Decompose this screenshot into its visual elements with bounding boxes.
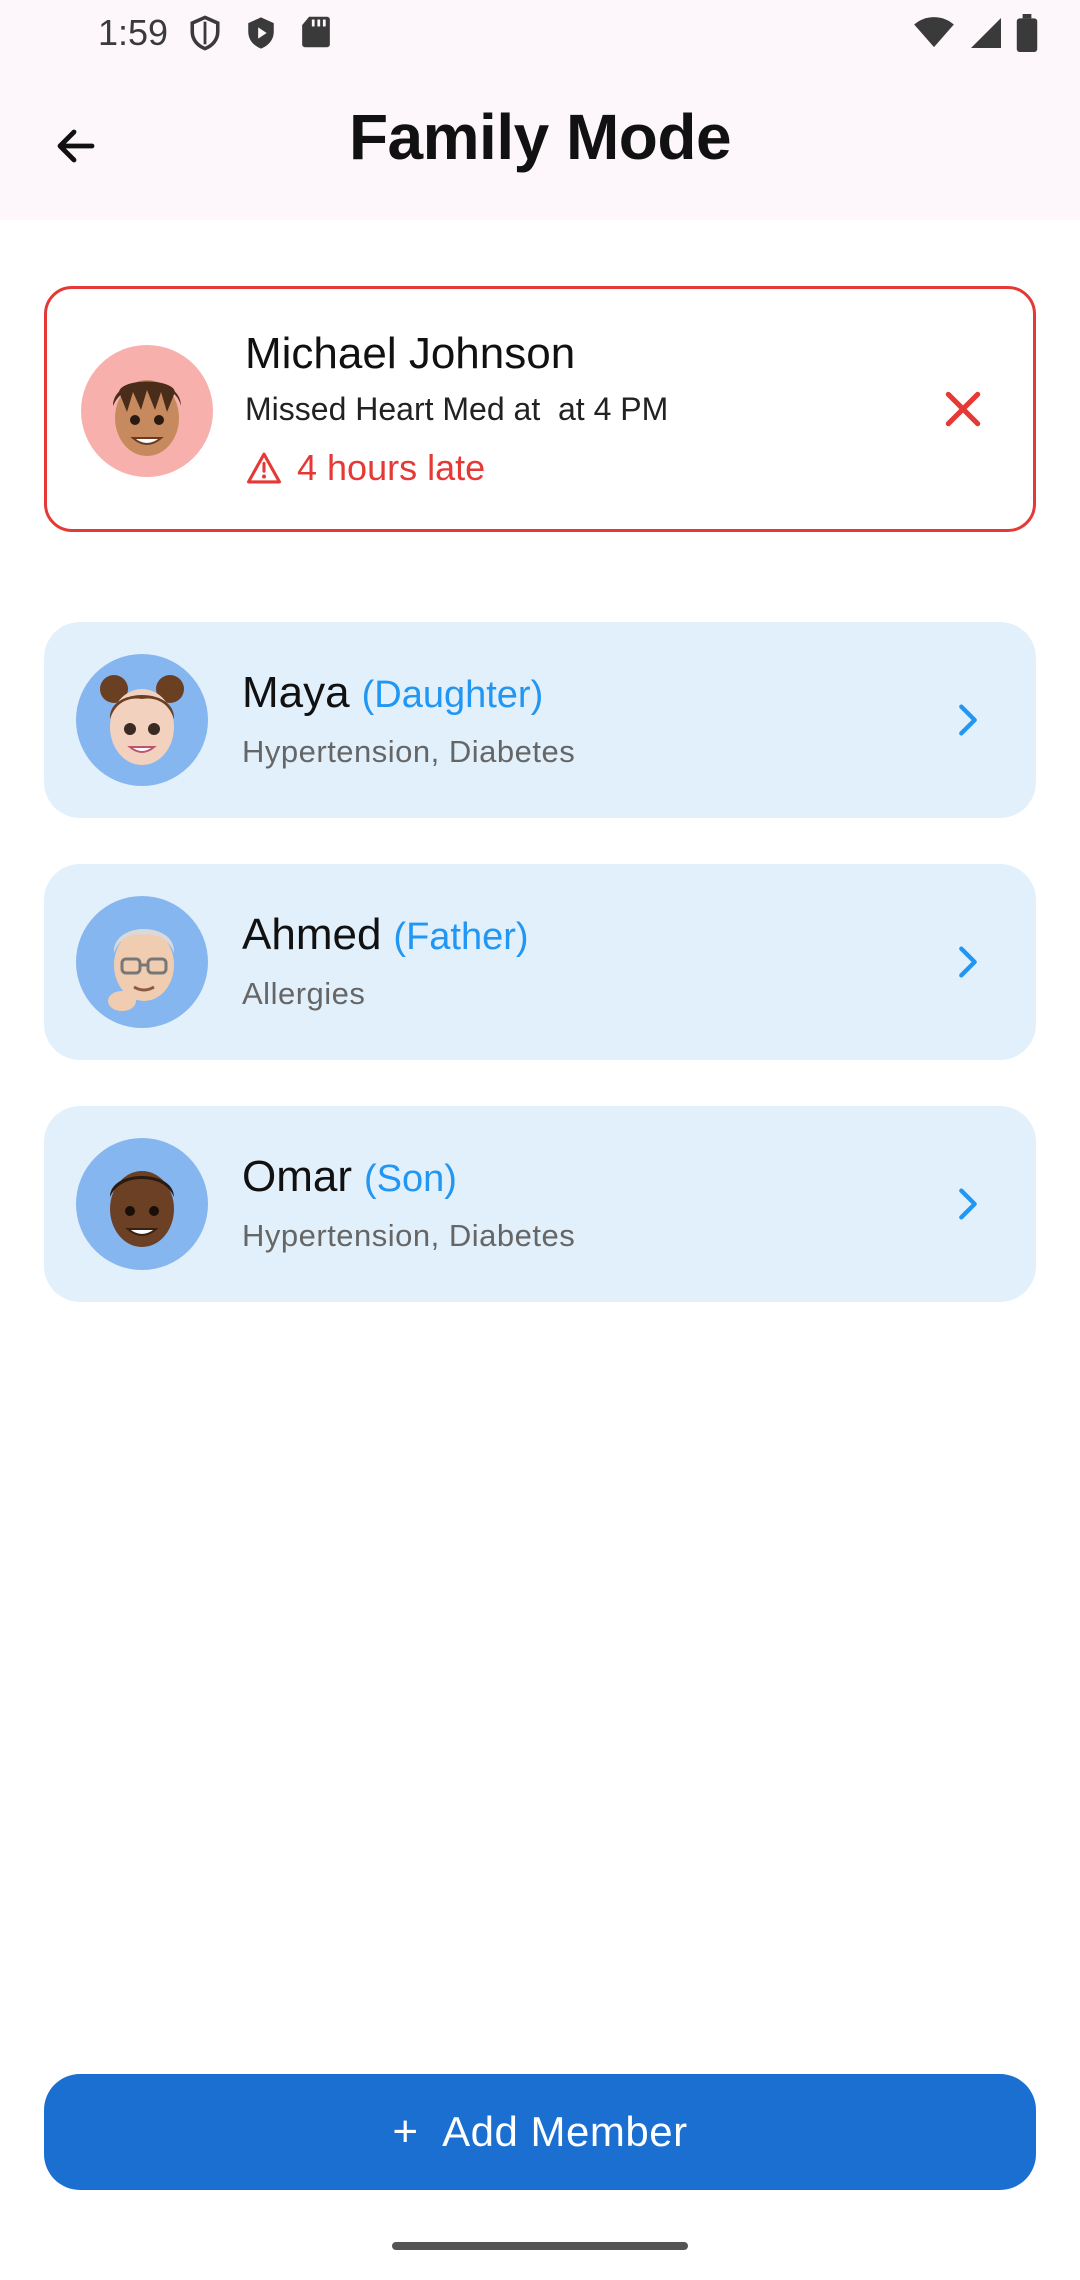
avatar bbox=[76, 1138, 208, 1270]
girl-memoji-icon bbox=[100, 675, 184, 765]
member-card-maya[interactable]: Maya (Daughter) Hypertension, Diabetes bbox=[44, 622, 1036, 818]
member-relation: (Son) bbox=[364, 1158, 457, 1200]
member-conditions: Hypertension, Diabetes bbox=[242, 734, 576, 769]
grandpa-memoji-icon bbox=[108, 929, 175, 1011]
battery-icon bbox=[1016, 14, 1038, 52]
boy-memoji-icon bbox=[113, 380, 181, 456]
wifi-icon bbox=[914, 17, 954, 48]
member-name-row: Ahmed (Father) bbox=[242, 910, 529, 960]
avatar bbox=[76, 896, 208, 1028]
warning-triangle-icon bbox=[247, 452, 282, 484]
status-right-icons bbox=[912, 14, 1038, 52]
member-conditions: Allergies bbox=[242, 976, 366, 1011]
alert-message: Missed Heart Med at at 4 PM bbox=[245, 391, 669, 427]
avatar bbox=[76, 654, 208, 786]
chevron-right-icon bbox=[936, 1172, 1000, 1236]
app-bar: Family Mode bbox=[0, 64, 1080, 220]
add-member-label: Add Member bbox=[442, 2108, 688, 2155]
status-left-icons bbox=[188, 14, 332, 52]
dismiss-alert-button[interactable] bbox=[933, 379, 993, 439]
alert-member-name: Michael Johnson bbox=[245, 329, 576, 378]
home-indicator[interactable] bbox=[392, 2242, 688, 2250]
chevron-right-icon bbox=[936, 688, 1000, 752]
member-name: Ahmed bbox=[242, 910, 382, 959]
member-relation: (Father) bbox=[393, 916, 529, 958]
alert-late-row: 4 hours late bbox=[245, 447, 485, 489]
play-shield-icon bbox=[248, 17, 274, 49]
status-time: 1:59 bbox=[98, 12, 169, 53]
add-member-button[interactable]: + Add Member bbox=[44, 2074, 1036, 2190]
member-name: Omar bbox=[242, 1152, 352, 1201]
page-title: Family Mode bbox=[348, 101, 732, 173]
member-conditions: Hypertension, Diabetes bbox=[242, 1218, 576, 1253]
sd-card-icon bbox=[302, 16, 330, 48]
alert-late-text: 4 hours late bbox=[297, 447, 486, 488]
plus-icon: + bbox=[392, 2107, 419, 2156]
shield-outline-icon bbox=[190, 15, 220, 51]
member-name-row: Omar (Son) bbox=[242, 1152, 457, 1202]
member-card-ahmed[interactable]: Ahmed (Father) Allergies bbox=[44, 864, 1036, 1060]
avatar bbox=[81, 345, 213, 477]
boy-memoji-icon bbox=[110, 1171, 174, 1247]
member-relation: (Daughter) bbox=[361, 674, 544, 716]
missed-med-alert-card[interactable]: Michael Johnson Missed Heart Med at at 4… bbox=[44, 286, 1036, 532]
member-name: Maya bbox=[242, 668, 350, 717]
signal-icon bbox=[971, 18, 1001, 48]
status-bar: 1:59 bbox=[0, 0, 1080, 64]
member-name-row: Maya (Daughter) bbox=[242, 668, 543, 718]
chevron-right-icon bbox=[936, 930, 1000, 994]
close-icon bbox=[945, 391, 981, 427]
member-card-omar[interactable]: Omar (Son) Hypertension, Diabetes bbox=[44, 1106, 1036, 1302]
